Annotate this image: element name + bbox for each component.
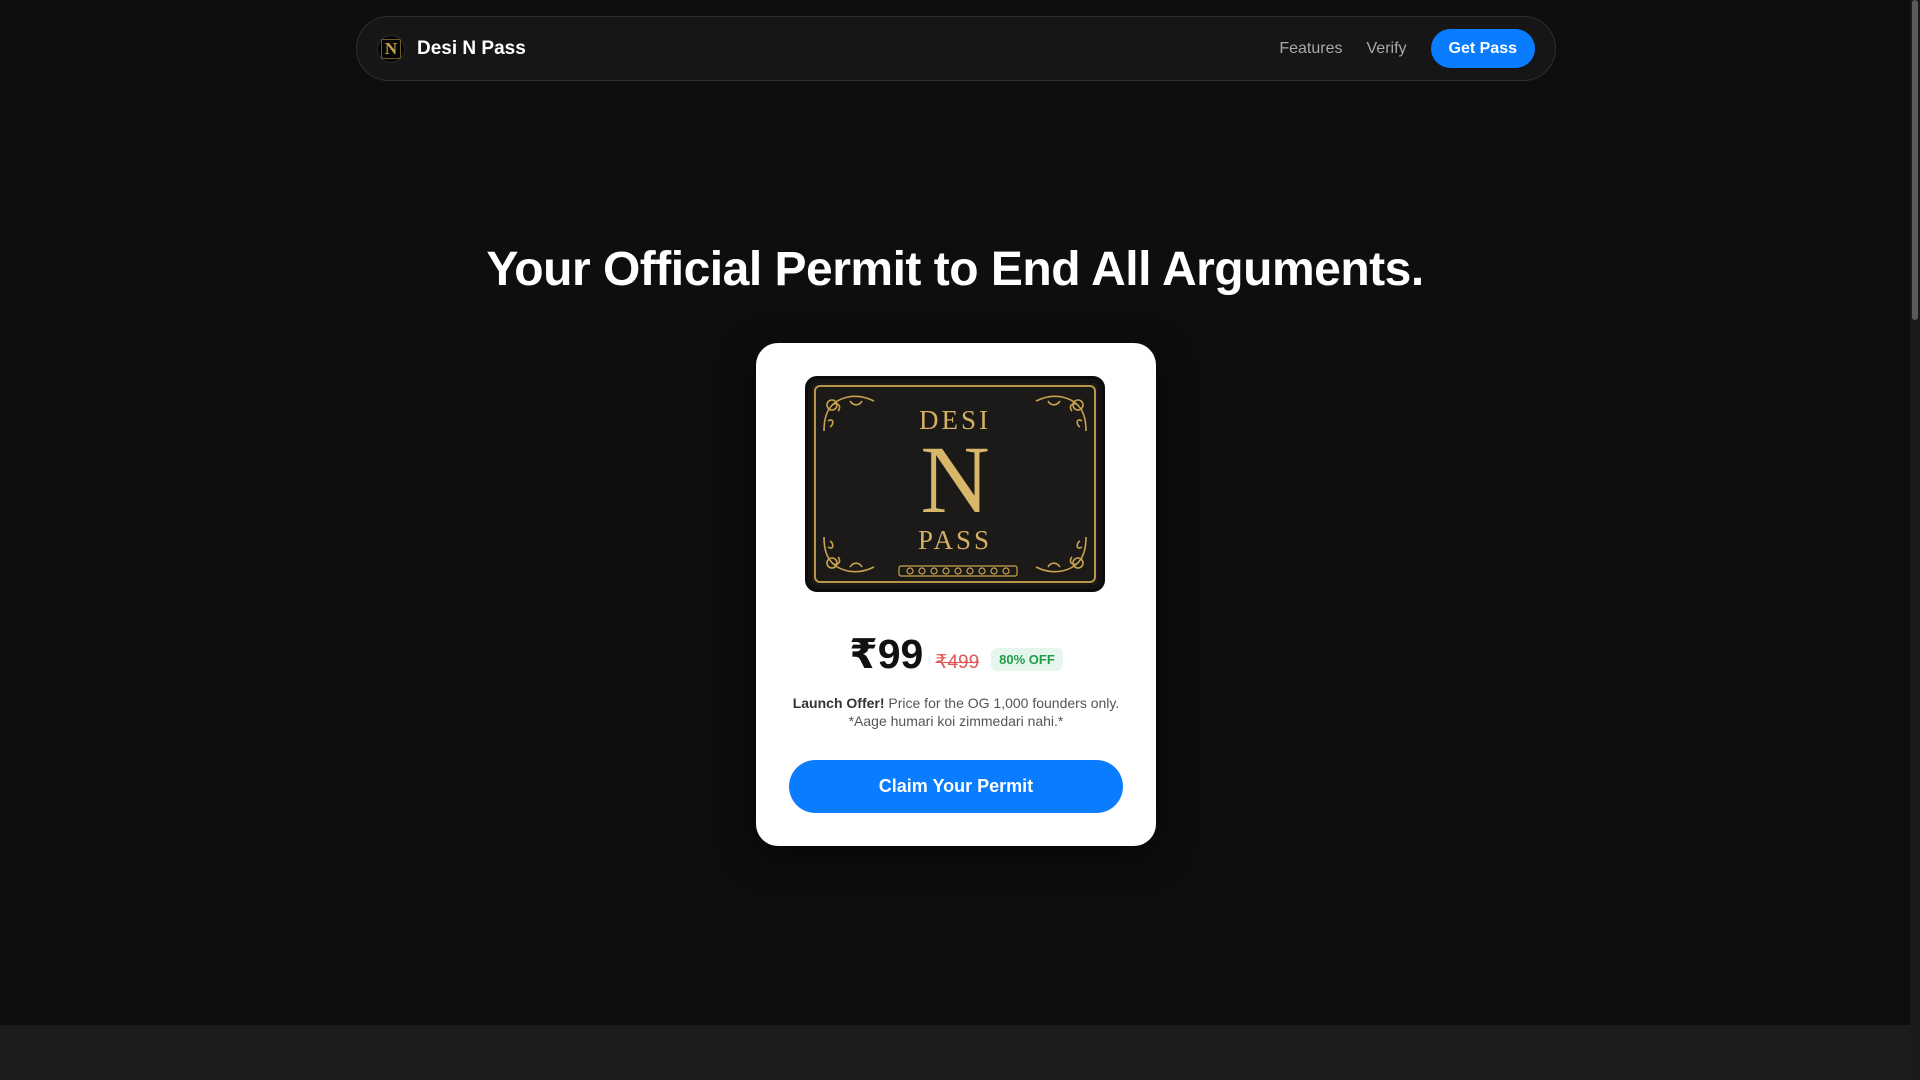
original-price: ₹499 [935, 652, 980, 673]
page: N Desi N Pass Features Verify Get Pass Y… [0, 0, 1910, 1080]
nav-links: Features Verify Get Pass [1279, 29, 1535, 68]
scrollbar-thumb[interactable] [1912, 0, 1918, 320]
ornament-border-icon [898, 565, 1018, 577]
pricing-card: DESI N PASS ₹99 ₹499 80% OFF Launch Offe… [756, 343, 1156, 846]
brand-logo-icon: N [377, 34, 405, 63]
launch-offer-text: Launch Offer! Price for the OG 1,000 fou… [792, 694, 1120, 730]
claim-permit-button[interactable]: Claim Your Permit [789, 760, 1123, 813]
brand-name: Desi N Pass [417, 37, 526, 59]
nav-link-features[interactable]: Features [1279, 40, 1342, 58]
pass-word-pass: PASS [917, 525, 993, 555]
price-row: ₹99 ₹499 80% OFF [756, 630, 1156, 678]
pass-big-letter: N [920, 426, 990, 533]
page-scrollbar[interactable] [1910, 0, 1920, 1080]
top-navbar: N Desi N Pass Features Verify Get Pass [356, 16, 1556, 81]
pass-card-image: DESI N PASS [805, 376, 1105, 592]
discount-badge: 80% OFF [991, 647, 1063, 671]
get-pass-button[interactable]: Get Pass [1430, 29, 1535, 68]
nav-link-verify[interactable]: Verify [1367, 40, 1407, 58]
brand-home-link[interactable]: N Desi N Pass [377, 34, 526, 63]
footer-section [0, 1025, 1910, 1080]
hero-title: Your Official Permit to End All Argument… [486, 243, 1424, 296]
brand-logo-letter: N [381, 38, 401, 59]
launch-offer-label: Launch Offer! [792, 695, 885, 711]
launch-offer-details: Price for the OG 1,000 founders only. *A… [848, 695, 1120, 729]
current-price: ₹99 [849, 631, 924, 677]
